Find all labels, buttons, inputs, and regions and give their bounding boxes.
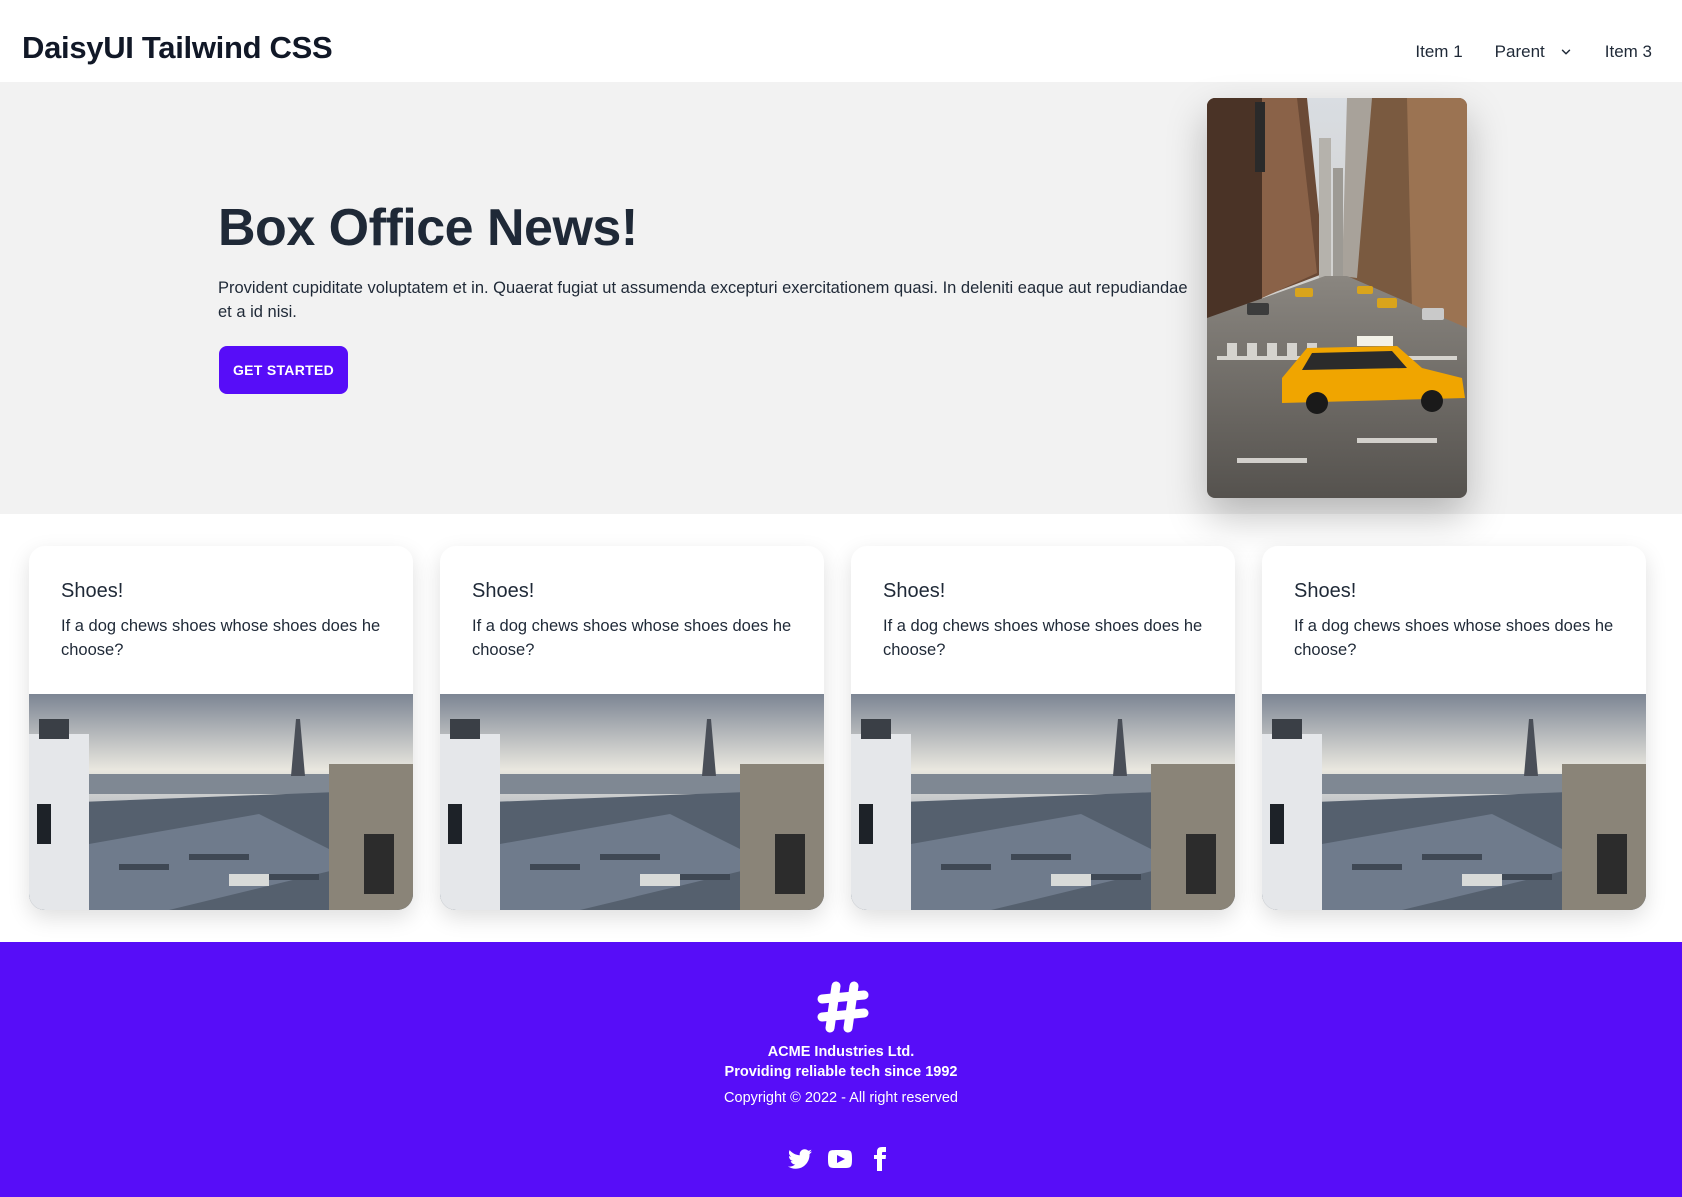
- twitter-icon[interactable]: [788, 1147, 812, 1171]
- get-started-button[interactable]: GET STARTED: [219, 346, 348, 394]
- card[interactable]: Shoes! If a dog chews shoes whose shoes …: [29, 546, 413, 910]
- nav-menu: Item 1 Parent Item 3: [1399, 38, 1668, 66]
- youtube-icon[interactable]: [828, 1147, 852, 1171]
- hero-title: Box Office News!: [218, 199, 638, 257]
- nav-item-label: Item 3: [1604, 42, 1652, 61]
- social-links: [788, 1147, 892, 1171]
- navbar: DaisyUI Tailwind CSS Item 1 Parent Item …: [0, 0, 1682, 82]
- card-text: If a dog chews shoes whose shoes does he…: [1294, 617, 1614, 659]
- facebook-icon[interactable]: [868, 1147, 892, 1171]
- hero-text: Provident cupiditate voluptatem et in. Q…: [218, 279, 1188, 321]
- nav-item-label: Item 1: [1415, 42, 1463, 61]
- card-title: Shoes!: [472, 580, 535, 602]
- chevron-down-icon: [1561, 49, 1570, 55]
- copyright-text: Copyright © 2022 - All right reserved: [724, 1090, 958, 1106]
- company-tagline: Providing reliable tech since 1992: [724, 1064, 958, 1080]
- card-title: Shoes!: [61, 580, 124, 602]
- paris-rooftops-photo: [29, 694, 413, 910]
- hero: Box Office News! Provident cupiditate vo…: [0, 82, 1682, 514]
- paris-rooftops-photo: [440, 694, 824, 910]
- nav-item-parent[interactable]: Parent: [1479, 38, 1589, 66]
- card[interactable]: Shoes! If a dog chews shoes whose shoes …: [440, 546, 824, 910]
- paris-rooftops-photo: [851, 694, 1235, 910]
- nav-item-label: Parent: [1494, 42, 1545, 61]
- paris-rooftops-photo: [1262, 694, 1646, 910]
- card-title: Shoes!: [883, 580, 946, 602]
- card-title: Shoes!: [1294, 580, 1357, 602]
- footer: ACME Industries Ltd. Providing reliable …: [0, 942, 1682, 1197]
- card-text: If a dog chews shoes whose shoes does he…: [472, 617, 792, 659]
- nav-item-1[interactable]: Item 1: [1399, 38, 1478, 66]
- brand-title[interactable]: DaisyUI Tailwind CSS: [22, 30, 333, 66]
- nav-item-3[interactable]: Item 3: [1589, 38, 1668, 66]
- company-name: ACME Industries Ltd.: [767, 1044, 915, 1060]
- card[interactable]: Shoes! If a dog chews shoes whose shoes …: [1262, 546, 1646, 910]
- city-street-taxi-photo: [1207, 98, 1467, 498]
- card[interactable]: Shoes! If a dog chews shoes whose shoes …: [851, 546, 1235, 910]
- card-text: If a dog chews shoes whose shoes does he…: [883, 617, 1203, 659]
- footer-company: ACME Industries Ltd. Providing reliable …: [0, 1042, 1682, 1082]
- hashtag-logo-icon: [817, 981, 869, 1033]
- card-text: If a dog chews shoes whose shoes does he…: [61, 617, 381, 659]
